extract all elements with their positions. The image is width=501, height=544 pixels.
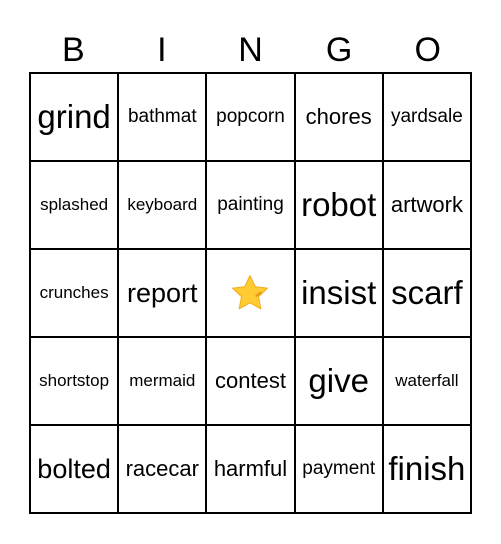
cell-word: racecar <box>125 456 199 481</box>
bingo-cell[interactable]: bolted <box>30 425 119 513</box>
header-letter-i: I <box>157 31 167 69</box>
cell-word: crunches <box>39 283 109 302</box>
bingo-cell[interactable]: robot <box>294 161 383 249</box>
cell-word: scarf <box>391 274 463 311</box>
cell-word: bathmat <box>127 106 197 127</box>
star-icon <box>232 275 269 310</box>
bingo-cell[interactable]: painting <box>206 161 295 249</box>
bingo-cell[interactable]: harmful <box>206 425 295 513</box>
bingo-cell[interactable]: insist <box>294 249 383 337</box>
header-letter-g: G <box>325 31 353 69</box>
cell-word: painting <box>217 194 284 215</box>
bingo-cell[interactable]: report <box>118 249 207 337</box>
bingo-cell[interactable]: give <box>294 337 383 425</box>
cell-word: shortstop <box>39 371 110 390</box>
bingo-header: B I N G O <box>29 28 472 72</box>
cell-word: bolted <box>37 453 111 484</box>
cell-word: robot <box>301 186 377 223</box>
header-letter-o: O <box>414 31 441 69</box>
bingo-cell[interactable]: scarf <box>382 249 471 337</box>
bingo-cell[interactable]: waterfall <box>382 337 471 425</box>
cell-word: give <box>308 362 369 399</box>
header-letter-n: N <box>238 31 263 69</box>
cell-word: harmful <box>213 456 288 481</box>
cell-word: artwork <box>390 192 463 217</box>
bingo-cell[interactable]: yardsale <box>382 73 471 161</box>
bingo-cell[interactable]: racecar <box>118 425 207 513</box>
bingo-cell[interactable]: shortstop <box>30 337 119 425</box>
cell-word: insist <box>301 274 377 311</box>
bingo-cell[interactable]: popcorn <box>206 73 295 161</box>
header-letter-b: B <box>61 31 85 69</box>
cell-word: popcorn <box>216 106 285 127</box>
bingo-cell[interactable]: artwork <box>382 161 471 249</box>
cell-word: chores <box>305 104 372 129</box>
bingo-cell[interactable]: bathmat <box>118 73 207 161</box>
bingo-cell[interactable]: crunches <box>30 249 119 337</box>
bingo-board: grind bathmat popcorn chores yardsale splashe… <box>29 72 472 514</box>
bingo-cell[interactable]: grind <box>30 73 119 161</box>
cell-word: waterfall <box>395 371 459 390</box>
cell-word: splashed <box>40 195 109 214</box>
cell-word: payment <box>302 458 376 479</box>
bingo-cell[interactable]: payment <box>294 425 383 513</box>
bingo-cell[interactable]: keyboard <box>118 161 207 249</box>
cell-word: contest <box>215 368 286 393</box>
bingo-cell[interactable]: chores <box>294 73 383 161</box>
cell-word: finish <box>388 450 466 487</box>
cell-word: grind <box>37 98 111 135</box>
bingo-cell[interactable]: finish <box>382 425 471 513</box>
cell-word: yardsale <box>390 106 463 127</box>
bingo-cell[interactable]: splashed <box>30 161 119 249</box>
bingo-cell[interactable]: mermaid <box>118 337 207 425</box>
bingo-cell[interactable]: contest <box>206 337 295 425</box>
cell-word: keyboard <box>127 195 198 214</box>
cell-word: mermaid <box>129 371 196 390</box>
free-space-cell[interactable] <box>206 249 295 337</box>
cell-word: report <box>127 277 198 308</box>
